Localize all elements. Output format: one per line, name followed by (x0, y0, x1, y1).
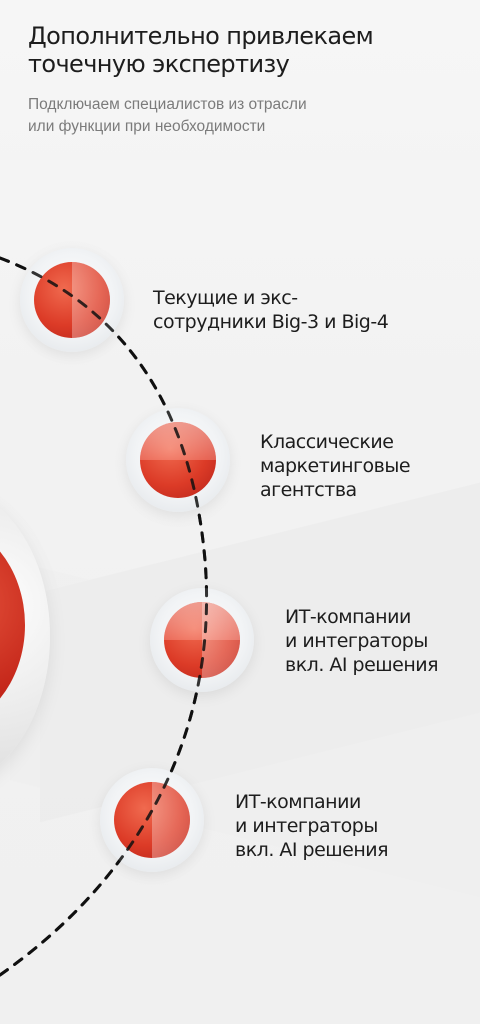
page: Дополнительно привлекаем точечную экспер… (0, 0, 480, 1024)
expert-label-1: Текущие и экс- сотрудники Big-3 и Big-4 (153, 287, 389, 333)
expert-label-2: Классические маркетинговые агентства (260, 431, 411, 501)
dashed-orbit-arc-overlay (0, 256, 209, 977)
expert-label-3: ИТ-компании и интеграторы вкл. AI решени… (285, 606, 439, 676)
expert-label-4: ИТ-компании и интеграторы вкл. AI решени… (235, 791, 389, 861)
